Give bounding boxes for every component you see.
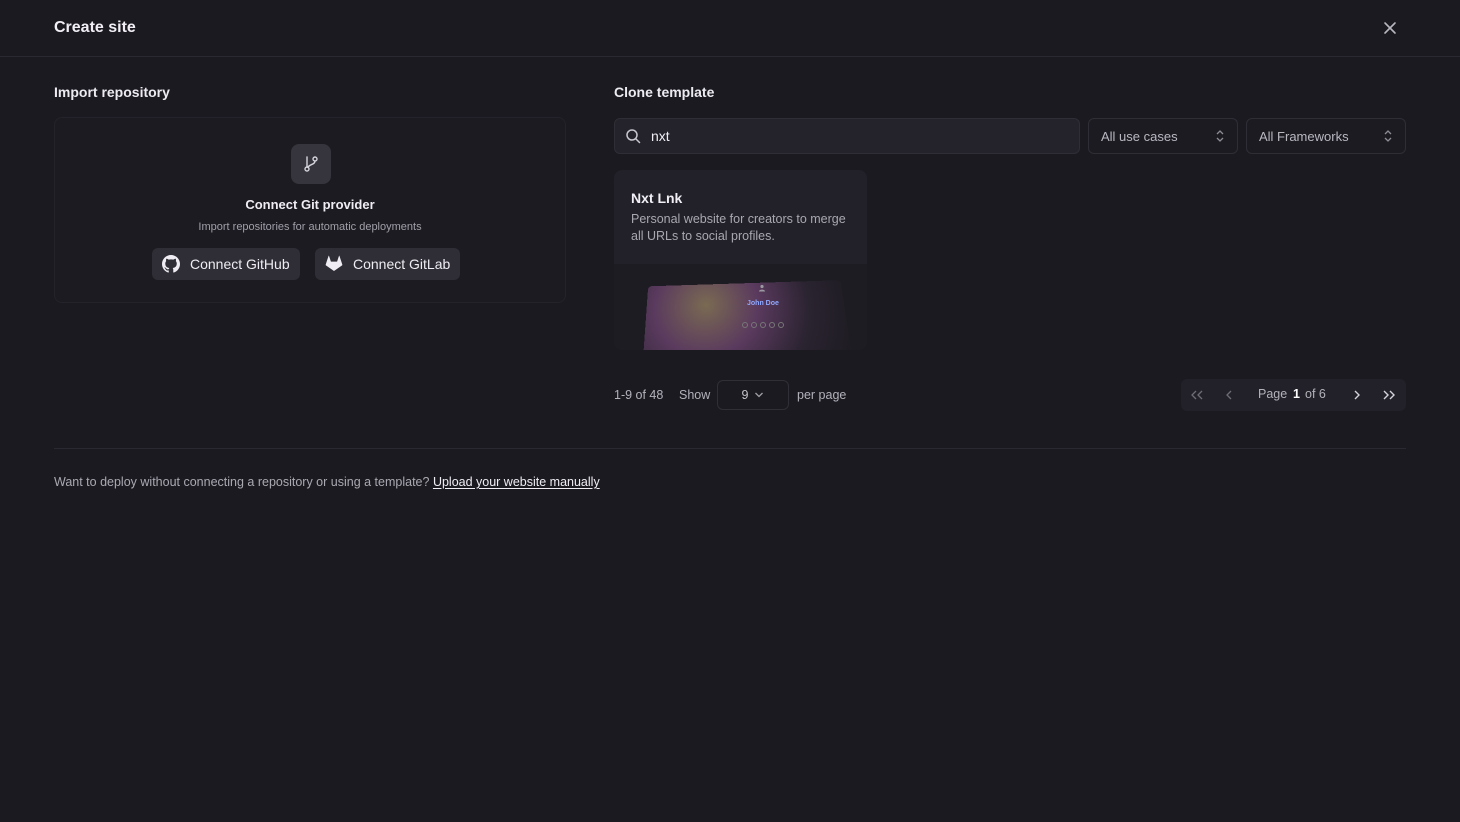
first-page-button[interactable]	[1189, 387, 1205, 403]
modal-title: Create site	[54, 19, 136, 36]
avatar-icon	[759, 284, 765, 292]
manual-upload-text: Want to deploy without connecting a repo…	[54, 475, 430, 489]
git-branch-icon-box	[291, 144, 331, 184]
connect-gitlab-label: Connect GitLab	[353, 256, 451, 272]
template-name: Nxt Lnk	[631, 190, 683, 206]
git-branch-icon	[304, 156, 318, 172]
per-page-select[interactable]: 9	[717, 380, 789, 410]
template-search[interactable]	[614, 118, 1080, 154]
use-case-value: All use cases	[1101, 128, 1178, 144]
upload-manually-link[interactable]: Upload your website manually	[433, 475, 600, 489]
gitlab-icon	[325, 255, 343, 272]
connect-git-subheading: Import repositories for automatic deploy…	[198, 221, 422, 233]
framework-value: All Frameworks	[1259, 128, 1349, 144]
show-label: Show	[679, 388, 711, 402]
connect-gitlab-button[interactable]: Connect GitLab	[315, 248, 461, 280]
close-icon	[1384, 22, 1396, 34]
connect-github-label: Connect GitHub	[190, 256, 290, 272]
search-icon	[615, 128, 651, 144]
chevron-right-icon	[1354, 390, 1360, 400]
chevron-left-icon	[1226, 390, 1232, 400]
chevrons-left-icon	[1191, 390, 1203, 400]
page-label: Page	[1258, 387, 1288, 401]
chevrons-right-icon	[1383, 390, 1395, 400]
pagination: Page 1 of 6	[1181, 379, 1406, 411]
chevron-down-icon	[755, 392, 764, 398]
connect-github-button[interactable]: Connect GitHub	[152, 248, 300, 280]
divider	[54, 448, 1406, 449]
clone-section-title: Clone template	[614, 84, 715, 100]
manual-upload-prompt: Want to deploy without connecting a repo…	[54, 475, 600, 489]
use-case-select[interactable]: All use cases	[1088, 118, 1238, 154]
per-page-value: 9	[741, 388, 749, 402]
template-thumbnail: John Doe	[614, 264, 867, 350]
chevron-up-down-icon	[1216, 130, 1224, 142]
close-button[interactable]	[1378, 16, 1402, 40]
per-page-label: per page	[797, 388, 847, 402]
template-card[interactable]: Nxt Lnk Personal website for creators to…	[614, 170, 867, 350]
import-section-title: Import repository	[54, 84, 170, 100]
search-input[interactable]	[651, 128, 1051, 144]
thumbnail-name: John Doe	[747, 300, 779, 307]
last-page-button[interactable]	[1381, 387, 1397, 403]
results-range: 1-9 of 48	[614, 388, 664, 402]
total-pages: of 6	[1305, 387, 1326, 401]
framework-select[interactable]: All Frameworks	[1246, 118, 1406, 154]
chevron-up-down-icon	[1384, 130, 1392, 142]
next-page-button[interactable]	[1349, 387, 1365, 403]
github-icon	[162, 255, 180, 273]
template-description: Personal website for creators to merge a…	[631, 212, 846, 243]
current-page: 1	[1293, 387, 1300, 401]
previous-page-button[interactable]	[1221, 387, 1237, 403]
connect-git-heading: Connect Git provider	[245, 197, 375, 212]
modal-header: Create site	[0, 0, 1460, 57]
import-card: Connect Git provider Import repositories…	[54, 117, 566, 303]
thumbnail-social-icons	[742, 322, 784, 328]
